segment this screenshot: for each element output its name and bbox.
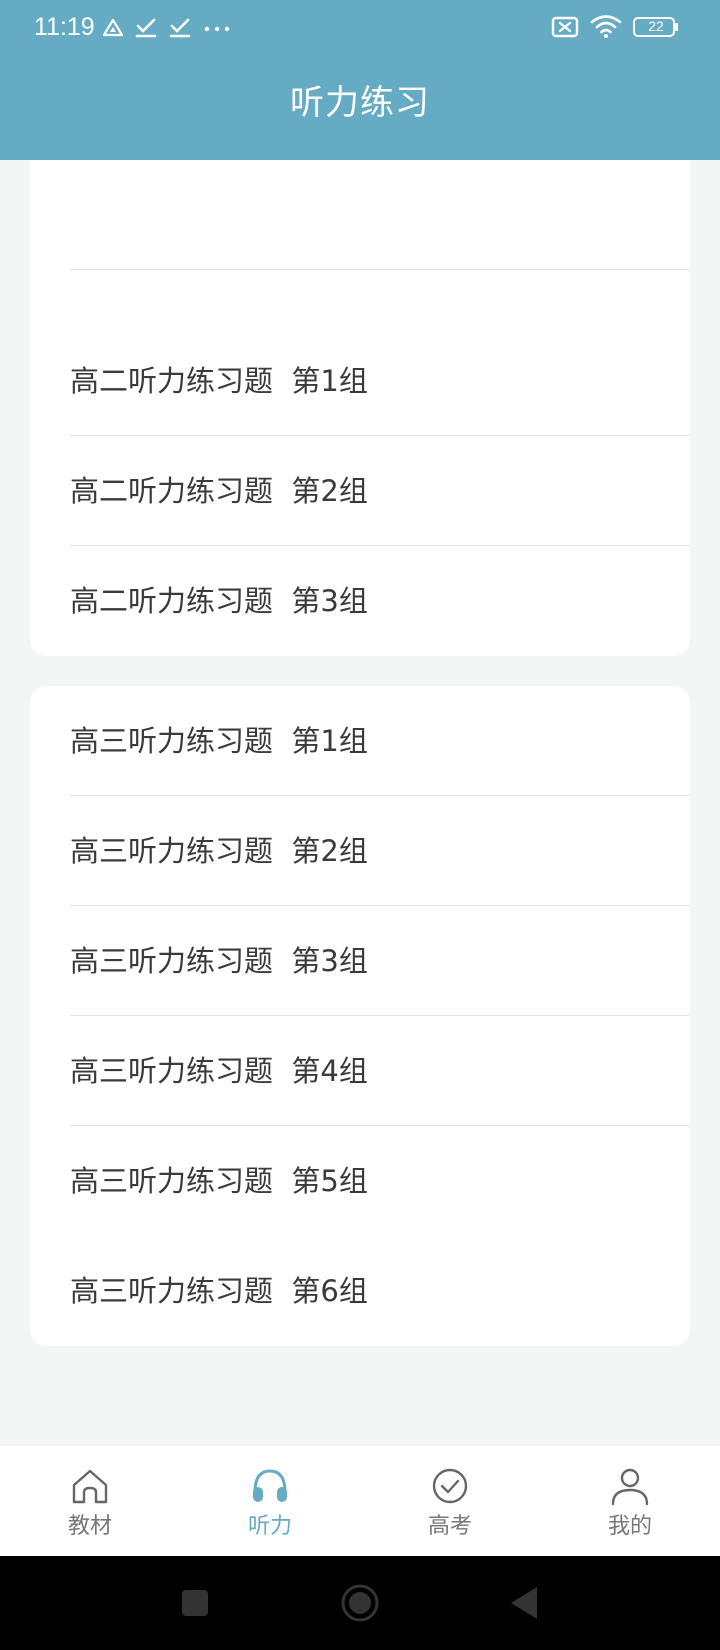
home-button[interactable] [340, 1583, 380, 1623]
status-bar: 11:19 22 [0, 0, 720, 54]
nav-label: 教材 [67, 1514, 112, 1539]
drive-icon [102, 17, 124, 39]
person-icon [610, 1466, 650, 1506]
list-item[interactable]: 高二听力练习题 第3组 [30, 546, 690, 656]
download-done-icon [168, 17, 192, 39]
system-nav-bar [0, 1556, 720, 1650]
bottom-nav: 教材 听力 高考 我的 [0, 1446, 720, 1556]
list-item[interactable]: 高二听力练习题 第1组 [30, 326, 690, 436]
list-item[interactable]: 高三听力练习题 第6组 [30, 1236, 690, 1346]
check-circle-icon [430, 1466, 470, 1506]
battery-level: 22 [648, 18, 664, 34]
list-item[interactable]: 高三听力练习题 第2组 [30, 796, 690, 906]
nav-label: 听力 [247, 1514, 292, 1539]
group-card-grade-3: 高三听力练习题 第1组 高三听力练习题 第2组 高三听力练习题 第3组 高三听力… [30, 686, 690, 1346]
headphones-icon [250, 1466, 290, 1506]
download-done-icon [134, 17, 158, 39]
no-sim-icon [550, 15, 580, 39]
practice-list[interactable]: 高一听力练习题 第3组 高二听力练习题 第1组 高二听力练习题 第2组 高二听力… [0, 160, 720, 1446]
list-item-label: 高三听力练习题 第6组 [70, 1274, 368, 1308]
nav-label: 我的 [607, 1514, 652, 1539]
home-icon [70, 1466, 110, 1506]
list-item[interactable]: 高三听力练习题 第1组 [30, 686, 690, 796]
list-item-label: 高三听力练习题 第5组 [70, 1164, 368, 1198]
list-item-label: 高二听力练习题 第3组 [70, 584, 368, 618]
group-card-grade-2: 高二听力练习题 第1组 高二听力练习题 第2组 高二听力练习题 第3组 [30, 326, 690, 656]
list-item-label: 高二听力练习题 第1组 [70, 364, 368, 398]
nav-item-textbook[interactable]: 教材 [0, 1446, 180, 1556]
status-time: 11:19 [34, 13, 95, 41]
nav-label: 高考 [427, 1514, 472, 1539]
battery-icon: 22 [632, 16, 680, 38]
app-header: 11:19 22 听力练习 [0, 0, 720, 160]
status-icons-left [102, 14, 232, 42]
more-dots-icon [202, 17, 232, 39]
status-icons-right: 22 [550, 12, 680, 42]
recents-button[interactable] [175, 1583, 215, 1623]
list-item[interactable]: 高三听力练习题 第3组 [30, 906, 690, 1016]
list-item[interactable] [30, 160, 690, 270]
nav-item-listening[interactable]: 听力 [180, 1446, 360, 1556]
back-button[interactable] [505, 1583, 545, 1623]
wifi-icon [590, 14, 622, 40]
list-item[interactable]: 高三听力练习题 第4组 [30, 1016, 690, 1126]
list-item-label: 高三听力练习题 第1组 [70, 724, 368, 758]
list-item[interactable]: 高三听力练习题 第5组 [30, 1126, 690, 1236]
page-title: 听力练习 [290, 83, 430, 123]
nav-item-gaokao[interactable]: 高考 [360, 1446, 540, 1556]
list-item-label: 高二听力练习题 第2组 [70, 474, 368, 508]
list-item-label: 高三听力练习题 第2组 [70, 834, 368, 868]
nav-item-mine[interactable]: 我的 [540, 1446, 720, 1556]
list-item[interactable]: 高二听力练习题 第2组 [30, 436, 690, 546]
list-item-label: 高三听力练习题 第4组 [70, 1054, 368, 1088]
list-item-label: 高三听力练习题 第3组 [70, 944, 368, 978]
